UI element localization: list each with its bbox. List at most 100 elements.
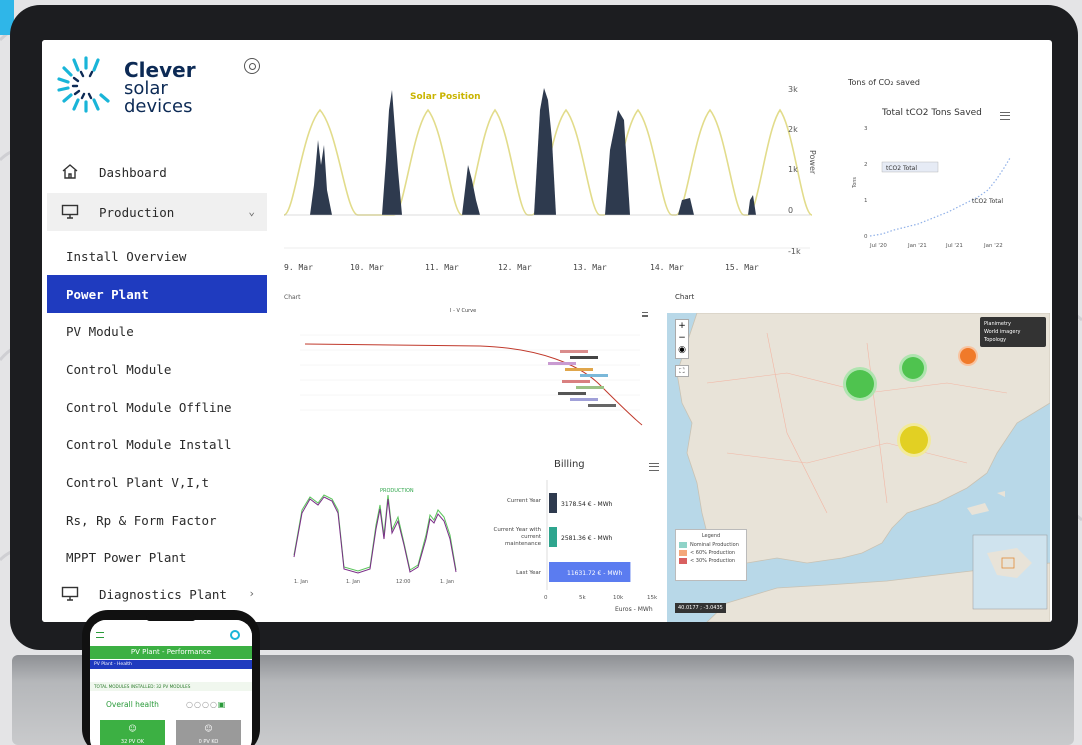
co2-y-tick: 3	[864, 126, 868, 132]
layer-option[interactable]: Planimetry	[984, 320, 1042, 328]
power-series	[310, 88, 756, 215]
map-canvas[interactable]: + − ◉ ⛶ Planimetry World imagery Topolog…	[667, 313, 1050, 622]
iv-chart	[300, 334, 643, 426]
marker-green-large[interactable]	[843, 367, 877, 401]
monitor-icon	[61, 204, 79, 219]
billing-chart: 3178.54 € - MWh 2581.36 € - MWh 11631.72 €…	[546, 480, 631, 590]
sidebar-item-label: MPPT Power Plant	[66, 549, 187, 565]
x-tick: 10. Mar	[350, 263, 384, 272]
map-legend: Legend Nominal Production < 60% Producti…	[675, 529, 747, 581]
y-tick: 0	[788, 206, 793, 215]
locate-icon[interactable]: ◉	[676, 344, 688, 356]
iv-label	[560, 350, 588, 353]
home-icon	[62, 164, 78, 179]
sidebar-item-install-overview[interactable]: Install Overview	[47, 237, 267, 275]
legend-swatch	[679, 558, 687, 564]
billing-x-tick: 10k	[613, 595, 624, 601]
billing-value-label: 3178.54 € - MWh	[561, 501, 613, 508]
settings-icon[interactable]	[244, 58, 260, 74]
sidebar-item-production[interactable]: Production ⌄	[47, 193, 267, 231]
x-tick: 14. Mar	[650, 263, 684, 272]
chevron-down-icon: ⌄	[248, 205, 255, 218]
phone-header	[90, 620, 252, 646]
layer-switcher[interactable]: Planimetry World imagery Topology	[980, 317, 1046, 347]
production-small-chart: PRODUCTION 1. Jan 1. Jan 12:00 1. Jan	[293, 488, 457, 585]
monitor-icon	[61, 586, 79, 601]
x-tick: 13. Mar	[573, 263, 607, 272]
sidebar-item-label: Control Module Offline	[66, 399, 232, 415]
sidebar-item-label: Rs, Rp & Form Factor	[66, 512, 217, 528]
solar-position-label: Solar Position	[410, 92, 481, 102]
y-tick: 2k	[788, 125, 798, 134]
iv-panel: Chart I - V Curve	[280, 290, 660, 450]
phone-subtitle: PV Plant - Health	[90, 660, 252, 669]
zoom-out-icon[interactable]: −	[676, 332, 688, 344]
iv-label	[570, 356, 598, 359]
legend-swatch	[679, 542, 687, 548]
sidebar-item-control-module-offline[interactable]: Control Module Offline	[47, 388, 267, 426]
island	[967, 491, 1005, 515]
billing-x-tick: 5k	[579, 595, 586, 601]
marker-yellow[interactable]	[897, 423, 931, 457]
billing-x-tick: 15k	[647, 595, 658, 601]
production-small-panel: PRODUCTION 1. Jan 1. Jan 12:00 1. Jan	[280, 475, 490, 590]
iv-label	[576, 386, 604, 389]
sidebar-item-control-module[interactable]: Control Module	[47, 350, 267, 388]
chevron-right-icon: ›	[248, 587, 255, 600]
land-mass	[676, 313, 1050, 564]
x-tick: 11. Mar	[425, 263, 459, 272]
sidebar-item-label: Production	[99, 204, 175, 220]
sidebar-item-label: Control Module	[66, 361, 172, 377]
sidebar-item-mppt[interactable]: MPPT Power Plant	[47, 538, 267, 576]
fullscreen-icon[interactable]: ⛶	[675, 365, 689, 377]
iv-label	[580, 374, 608, 377]
iv-label	[548, 362, 576, 365]
phone-ko: 0 PV KO	[198, 739, 219, 745]
zoom-in-icon[interactable]: +	[676, 320, 688, 332]
sidebar-item-control-plant[interactable]: Control Plant V,I,t	[47, 463, 267, 501]
billing-bar	[549, 527, 557, 547]
layer-option[interactable]: Topology	[984, 336, 1042, 344]
phone-title: PV Plant - Performance	[90, 646, 252, 659]
sidebar-item-pv-module[interactable]: PV Module	[47, 312, 267, 350]
sidebar-item-rs-rp[interactable]: Rs, Rp & Form Factor	[47, 501, 267, 539]
x-tick: 1. Jan	[440, 579, 454, 585]
power-y-axis-label: Power	[808, 150, 817, 175]
marker-green[interactable]	[899, 354, 927, 382]
billing-x-label: Euros - MWh	[615, 606, 653, 613]
co2-y-tick: 0	[864, 234, 868, 240]
sidebar-item-power-plant[interactable]: Power Plant	[47, 275, 267, 313]
hamburger-icon[interactable]	[96, 632, 104, 638]
phone-ok: 32 PV OK	[120, 739, 145, 745]
marker-orange[interactable]	[958, 346, 978, 366]
x-tick: 1. Jan	[346, 579, 360, 585]
iv-label	[562, 380, 590, 383]
co2-x-tick: Jan '22	[983, 243, 1003, 249]
phone-device: PV Plant - Performance PV Plant - Health…	[82, 610, 260, 745]
layer-option[interactable]: World imagery	[984, 328, 1042, 336]
sidebar-item-label: Control Plant V,I,t	[66, 474, 209, 490]
sidebar-item-label: Install Overview	[66, 248, 187, 264]
x-tick: 15. Mar	[725, 263, 759, 272]
smile-icon: ☺	[128, 724, 137, 733]
sidebar-item-label: Control Module Install	[66, 436, 232, 452]
co2-x-tick: Jan '21	[907, 243, 927, 249]
sidebar-item-label: Power Plant	[66, 286, 149, 302]
co2-x-tick: Jul '20	[869, 243, 887, 249]
x-tick: 9. Mar	[284, 263, 313, 272]
zoom-controls: + − ◉	[675, 319, 689, 359]
sidebar-item-label: Diagnostics Plant	[99, 586, 227, 602]
phone-ok-card[interactable]: ☺ 32 PV OK	[100, 720, 165, 745]
phone-installed: TOTAL MODULES INSTALLED: 32 PV MODULES	[90, 682, 252, 691]
x-tick: 1. Jan	[294, 579, 308, 585]
co2-y-tick: 2	[864, 162, 868, 168]
phone-notch	[146, 614, 196, 621]
co2-x-tick: Jul '21	[945, 243, 963, 249]
sidebar-item-label: Dashboard	[99, 164, 167, 180]
phone-ko-card[interactable]: ☺ 0 PV KO	[176, 720, 241, 745]
sidebar-item-control-module-install[interactable]: Control Module Install	[47, 425, 267, 463]
sidebar-item-diagnostics[interactable]: Diagnostics Plant ›	[47, 575, 267, 613]
brand-line-3: devices	[124, 96, 193, 117]
iv-label	[565, 368, 593, 371]
sidebar-item-dashboard[interactable]: Dashboard	[47, 153, 267, 191]
